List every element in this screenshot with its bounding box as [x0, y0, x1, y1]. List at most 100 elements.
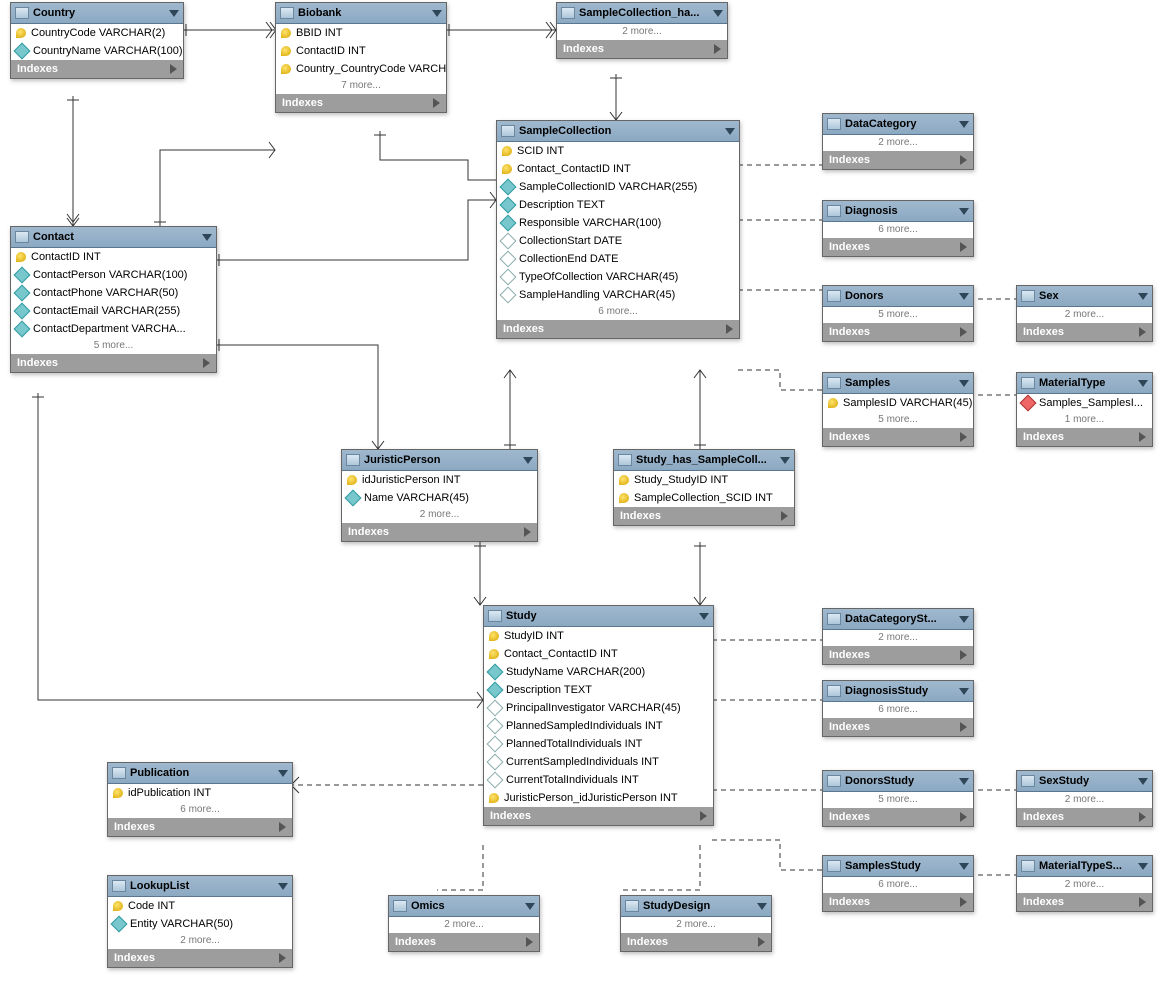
column-row[interactable]: SCID INT: [497, 142, 739, 160]
collapse-icon[interactable]: [959, 778, 969, 785]
more-link[interactable]: 2 more...: [1017, 307, 1152, 323]
expand-icon[interactable]: [279, 822, 286, 832]
entity-samples[interactable]: SamplesSamplesID VARCHAR(45)5 more...Ind…: [822, 372, 974, 447]
expand-icon[interactable]: [960, 432, 967, 442]
more-link[interactable]: 5 more...: [823, 792, 973, 808]
entity-sc_has[interactable]: SampleCollection_ha...2 more...Indexes: [556, 2, 728, 59]
entity-sexstudy[interactable]: SexStudy2 more...Indexes: [1016, 770, 1153, 827]
collapse-icon[interactable]: [699, 613, 709, 620]
expand-icon[interactable]: [960, 722, 967, 732]
expand-icon[interactable]: [1139, 897, 1146, 907]
entity-header[interactable]: Samples: [823, 373, 973, 394]
expand-icon[interactable]: [960, 242, 967, 252]
column-row[interactable]: JuristicPerson_idJuristicPerson INT: [484, 789, 713, 807]
expand-icon[interactable]: [960, 897, 967, 907]
column-row[interactable]: ContactID INT: [276, 42, 446, 60]
collapse-icon[interactable]: [1138, 380, 1148, 387]
collapse-icon[interactable]: [713, 10, 723, 17]
entity-publication[interactable]: PublicationidPublication INT6 more...Ind…: [107, 762, 293, 837]
indexes-section[interactable]: Indexes: [823, 893, 973, 911]
expand-icon[interactable]: [1139, 812, 1146, 822]
column-row[interactable]: Samples_SamplesI...: [1017, 394, 1152, 412]
column-row[interactable]: CountryCode VARCHAR(2): [11, 24, 183, 42]
indexes-section[interactable]: Indexes: [497, 320, 739, 338]
collapse-icon[interactable]: [959, 863, 969, 870]
column-row[interactable]: ContactDepartment VARCHA...: [11, 320, 216, 338]
more-link[interactable]: 2 more...: [108, 933, 292, 949]
indexes-section[interactable]: Indexes: [614, 507, 794, 525]
column-row[interactable]: Responsible VARCHAR(100): [497, 214, 739, 232]
collapse-icon[interactable]: [202, 234, 212, 241]
column-row[interactable]: Description TEXT: [484, 681, 713, 699]
entity-header[interactable]: Publication: [108, 763, 292, 784]
column-row[interactable]: TypeOfCollection VARCHAR(45): [497, 268, 739, 286]
entity-header[interactable]: SamplesStudy: [823, 856, 973, 877]
collapse-icon[interactable]: [169, 10, 179, 17]
expand-icon[interactable]: [960, 812, 967, 822]
indexes-section[interactable]: Indexes: [823, 151, 973, 169]
column-row[interactable]: CollectionStart DATE: [497, 232, 739, 250]
more-link[interactable]: 6 more...: [497, 304, 739, 320]
indexes-section[interactable]: Indexes: [823, 428, 973, 446]
column-row[interactable]: ContactEmail VARCHAR(255): [11, 302, 216, 320]
column-row[interactable]: PlannedTotalIndividuals INT: [484, 735, 713, 753]
more-link[interactable]: 6 more...: [823, 702, 973, 718]
entity-diagnosis[interactable]: Diagnosis6 more...Indexes: [822, 200, 974, 257]
expand-icon[interactable]: [960, 155, 967, 165]
column-row[interactable]: StudyName VARCHAR(200): [484, 663, 713, 681]
more-link[interactable]: 2 more...: [621, 917, 771, 933]
column-row[interactable]: SamplesID VARCHAR(45): [823, 394, 973, 412]
entity-materialtypes[interactable]: MaterialTypeS...2 more...Indexes: [1016, 855, 1153, 912]
column-row[interactable]: Entity VARCHAR(50): [108, 915, 292, 933]
more-link[interactable]: 2 more...: [557, 24, 727, 40]
entity-header[interactable]: DataCategory: [823, 114, 973, 135]
entity-header[interactable]: Study: [484, 606, 713, 627]
column-row[interactable]: PrincipalInvestigator VARCHAR(45): [484, 699, 713, 717]
entity-diagnosisstudy[interactable]: DiagnosisStudy6 more...Indexes: [822, 680, 974, 737]
column-row[interactable]: Contact_ContactID INT: [484, 645, 713, 663]
indexes-section[interactable]: Indexes: [1017, 808, 1152, 826]
entity-sex[interactable]: Sex2 more...Indexes: [1016, 285, 1153, 342]
column-row[interactable]: SampleCollectionID VARCHAR(255): [497, 178, 739, 196]
column-row[interactable]: Name VARCHAR(45): [342, 489, 537, 507]
more-link[interactable]: 1 more...: [1017, 412, 1152, 428]
collapse-icon[interactable]: [278, 883, 288, 890]
collapse-icon[interactable]: [959, 121, 969, 128]
indexes-section[interactable]: Indexes: [11, 354, 216, 372]
column-row[interactable]: BBID INT: [276, 24, 446, 42]
expand-icon[interactable]: [524, 527, 531, 537]
collapse-icon[interactable]: [1138, 778, 1148, 785]
entity-header[interactable]: StudyDesign: [621, 896, 771, 917]
indexes-section[interactable]: Indexes: [557, 40, 727, 58]
collapse-icon[interactable]: [1138, 863, 1148, 870]
entity-header[interactable]: SexStudy: [1017, 771, 1152, 792]
column-row[interactable]: idPublication INT: [108, 784, 292, 802]
entity-datacategoryst[interactable]: DataCategorySt...2 more...Indexes: [822, 608, 974, 665]
more-link[interactable]: 2 more...: [389, 917, 539, 933]
entity-header[interactable]: Sex: [1017, 286, 1152, 307]
entity-donors[interactable]: Donors5 more...Indexes: [822, 285, 974, 342]
collapse-icon[interactable]: [780, 457, 790, 464]
column-row[interactable]: CountryName VARCHAR(100): [11, 42, 183, 60]
entity-lookuplist[interactable]: LookupListCode INTEntity VARCHAR(50)2 mo…: [107, 875, 293, 968]
expand-icon[interactable]: [526, 937, 533, 947]
expand-icon[interactable]: [758, 937, 765, 947]
expand-icon[interactable]: [1139, 432, 1146, 442]
indexes-section[interactable]: Indexes: [108, 949, 292, 967]
expand-icon[interactable]: [781, 511, 788, 521]
column-row[interactable]: Contact_ContactID INT: [497, 160, 739, 178]
entity-header[interactable]: SampleCollection_ha...: [557, 3, 727, 24]
entity-samplesstudy[interactable]: SamplesStudy6 more...Indexes: [822, 855, 974, 912]
entity-header[interactable]: Biobank: [276, 3, 446, 24]
entity-study_has_sc[interactable]: Study_has_SampleColl...Study_StudyID INT…: [613, 449, 795, 526]
collapse-icon[interactable]: [959, 293, 969, 300]
entity-header[interactable]: Omics: [389, 896, 539, 917]
expand-icon[interactable]: [1139, 327, 1146, 337]
column-row[interactable]: CurrentTotalIndividuals INT: [484, 771, 713, 789]
indexes-section[interactable]: Indexes: [823, 238, 973, 256]
column-row[interactable]: PlannedSampledIndividuals INT: [484, 717, 713, 735]
entity-header[interactable]: Country: [11, 3, 183, 24]
expand-icon[interactable]: [433, 98, 440, 108]
entity-datacategory[interactable]: DataCategory2 more...Indexes: [822, 113, 974, 170]
expand-icon[interactable]: [170, 64, 177, 74]
